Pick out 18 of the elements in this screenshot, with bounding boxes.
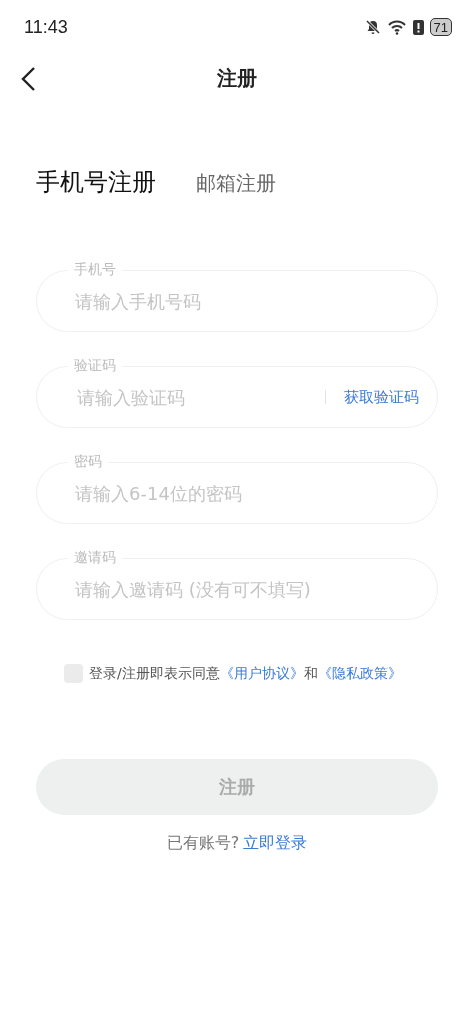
user-agreement-link[interactable]: 《用户协议》	[219, 664, 304, 681]
tab[interactable]: 邮箱注册	[196, 170, 276, 197]
login-prompt: 已有账号?	[166, 833, 240, 854]
wifi-icon	[386, 19, 407, 35]
tab[interactable]: 手机号注册	[36, 166, 156, 198]
field-label: 手机号	[68, 260, 122, 278]
privacy-policy-link[interactable]: 《隐私政策》	[317, 664, 402, 681]
alert-icon	[412, 19, 424, 35]
field-label: 验证码	[68, 356, 122, 374]
bell-off-icon	[364, 19, 381, 35]
page-title: 注册	[217, 64, 257, 92]
login-link[interactable]: 立即登录	[243, 833, 308, 854]
field-label: 密码	[68, 452, 108, 470]
get-code-button[interactable]: 获取验证码	[344, 387, 419, 407]
status-time: 11:43	[24, 16, 68, 38]
field-label: 邀请码	[68, 548, 122, 566]
agreement-text: 登录/注册即表示同意《用户协议》和《隐私政策》	[89, 664, 402, 683]
battery-level: 71	[429, 18, 452, 36]
